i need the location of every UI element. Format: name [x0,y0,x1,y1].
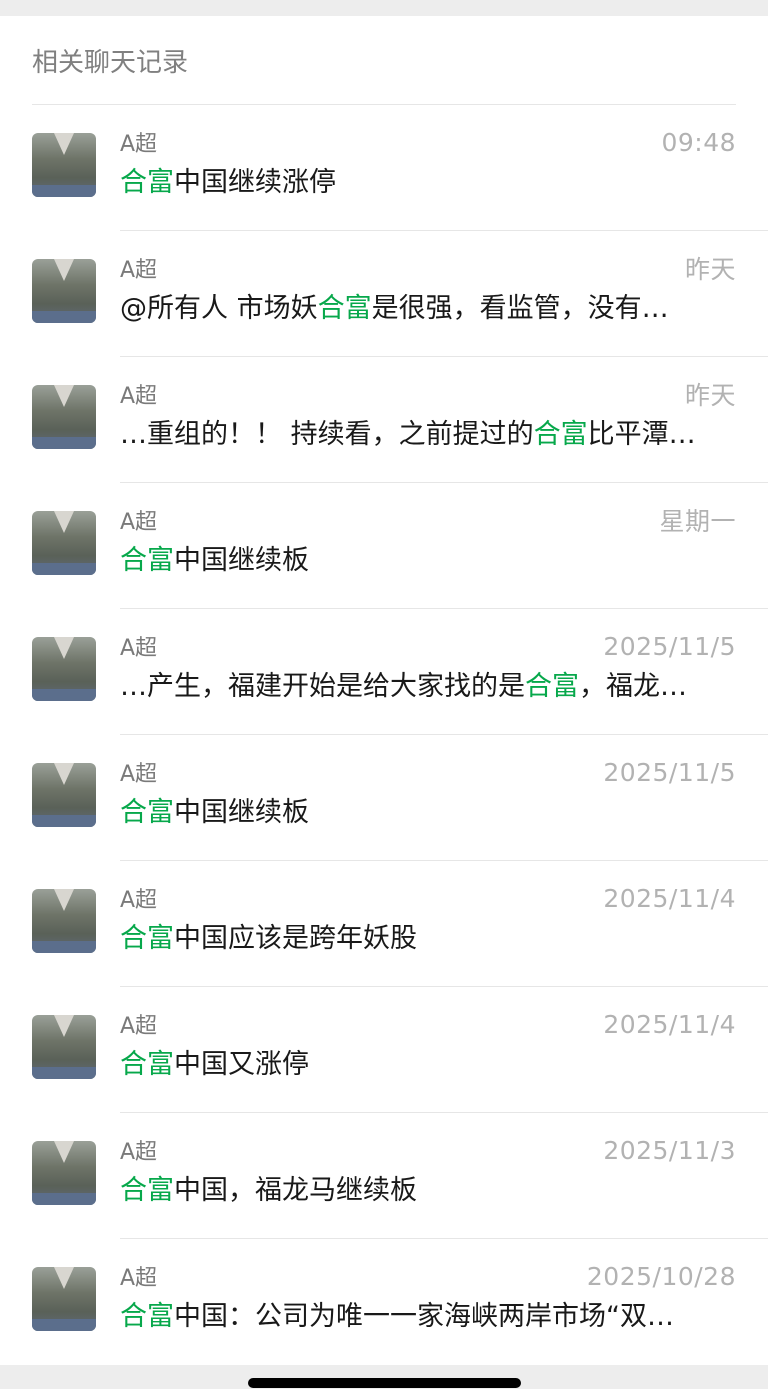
highlighted-keyword: 合富 [120,1049,174,1080]
avatar [32,259,96,323]
highlighted-keyword: 合富 [317,293,372,324]
avatar [32,1015,96,1079]
snippet-text-post: 中国继续板 [174,797,309,828]
message-time: 2025/11/4 [603,1009,736,1039]
highlighted-keyword: 合富 [120,1301,174,1332]
highlighted-keyword: 合富 [120,545,174,576]
snippet-text-post: 中国继续涨停 [174,167,336,198]
message-snippet: 合富中国又涨停 [120,1045,736,1085]
message-time: 2025/11/4 [603,883,736,913]
search-results-card: 相关聊天记录 A超 09:48 合富中国继续涨停 A超 昨天 @所有人 市场妖合… [0,16,768,1365]
chat-result-item[interactable]: A超 星期一 合富中国继续板 [0,483,768,609]
message-time: 2025/11/5 [603,757,736,787]
message-snippet: …重组的！！ 持续看，之前提过的合富比平潭… [120,415,736,455]
snippet-text-pre: …产生，福建开始是给大家找的是 [120,671,525,702]
chat-result-item[interactable]: A超 2025/10/28 合富中国：公司为唯一一家海峡两岸市场“双… [0,1239,768,1365]
snippet-text-post: 中国应该是跨年妖股 [174,923,417,954]
snippet-text-post: 是很强，看监管，没有… [371,293,669,324]
highlighted-keyword: 合富 [120,923,174,954]
message-time: 2025/10/28 [586,1261,736,1291]
message-snippet: 合富中国：公司为唯一一家海峡两岸市场“双… [120,1297,736,1337]
message-snippet: 合富中国，福龙马继续板 [120,1171,736,1211]
sender-name: A超 [120,1140,158,1165]
sender-name: A超 [120,1266,158,1291]
chat-result-item[interactable]: A超 2025/11/5 合富中国继续板 [0,735,768,861]
chat-result-item[interactable]: A超 2025/11/5 …产生，福建开始是给大家找的是合富，福龙… [0,609,768,735]
chat-result-item[interactable]: A超 09:48 合富中国继续涨停 [0,105,768,231]
message-time: 昨天 [684,381,736,410]
avatar [32,1141,96,1205]
sender-name: A超 [120,762,158,787]
message-snippet: …产生，福建开始是给大家找的是合富，福龙… [120,667,736,707]
avatar [32,385,96,449]
highlighted-keyword: 合富 [533,419,588,450]
sender-name: A超 [120,132,158,157]
avatar [32,1267,96,1331]
snippet-text-pre: …重组的！！ 持续看，之前提过的 [120,419,534,450]
snippet-text-post: 中国，福龙马继续板 [174,1175,417,1206]
message-snippet: @所有人 市场妖合富是很强，看监管，没有… [120,289,736,329]
sender-name: A超 [120,384,158,409]
avatar [32,637,96,701]
home-indicator[interactable] [248,1378,521,1388]
sender-name: A超 [120,258,158,283]
chat-result-item[interactable]: A超 2025/11/4 合富中国应该是跨年妖股 [0,861,768,987]
snippet-text-pre: @所有人 市场妖 [120,293,318,324]
avatar [32,133,96,197]
snippet-text-post: 中国继续板 [174,545,309,576]
snippet-text-post: 中国又涨停 [174,1049,309,1080]
message-time: 星期一 [659,507,736,536]
chat-result-item[interactable]: A超 昨天 …重组的！！ 持续看，之前提过的合富比平潭… [0,357,768,483]
top-strip [0,0,768,16]
message-snippet: 合富中国继续板 [120,541,736,581]
message-snippet: 合富中国继续板 [120,793,736,833]
message-time: 2025/11/3 [603,1135,736,1165]
message-time: 09:48 [661,127,736,157]
snippet-text-post: 比平潭… [587,419,696,450]
section-title: 相关聊天记录 [32,47,189,78]
chat-result-item[interactable]: A超 昨天 @所有人 市场妖合富是很强，看监管，没有… [0,231,768,357]
sender-name: A超 [120,1014,158,1039]
chat-result-item[interactable]: A超 2025/11/4 合富中国又涨停 [0,987,768,1113]
snippet-text-post: 中国：公司为唯一一家海峡两岸市场“双… [174,1301,674,1332]
chat-result-item[interactable]: A超 2025/11/3 合富中国，福龙马继续板 [0,1113,768,1239]
snippet-text-post: ，福龙… [579,671,687,702]
results-list: A超 09:48 合富中国继续涨停 A超 昨天 @所有人 市场妖合富是很强，看监… [0,105,768,1365]
sender-name: A超 [120,888,158,913]
highlighted-keyword: 合富 [120,1175,174,1206]
highlighted-keyword: 合富 [120,167,174,198]
avatar [32,511,96,575]
sender-name: A超 [120,636,158,661]
message-snippet: 合富中国应该是跨年妖股 [120,919,736,959]
avatar [32,889,96,953]
highlighted-keyword: 合富 [525,671,579,702]
sender-name: A超 [120,510,158,535]
message-snippet: 合富中国继续涨停 [120,163,736,203]
message-time: 昨天 [684,255,736,284]
message-time: 2025/11/5 [603,631,736,661]
avatar [32,763,96,827]
highlighted-keyword: 合富 [120,797,174,828]
